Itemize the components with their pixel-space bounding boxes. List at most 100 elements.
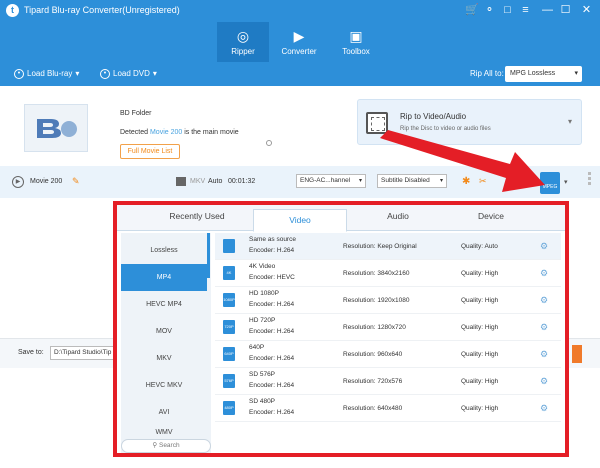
tab-recently-used[interactable]: Recently Used — [147, 211, 247, 231]
category-mp4[interactable]: MP4 — [121, 264, 207, 291]
info-circle-icon — [266, 140, 272, 146]
category-hevc-mkv[interactable]: HEVC MKV — [121, 372, 207, 399]
source-card: BD Folder Detected Movie 200 is the main… — [16, 96, 334, 159]
gear-icon[interactable]: ⚙ — [540, 295, 548, 306]
gear-icon[interactable]: ⚙ — [540, 322, 548, 333]
load-bluray-label: Load Blu-ray — [27, 69, 73, 78]
tab-video[interactable]: Video — [253, 209, 347, 232]
gear-icon[interactable]: ⚙ — [540, 241, 548, 252]
preset-name: Same as source — [249, 236, 296, 243]
preset-quality: Quality: High — [461, 378, 499, 385]
bluray-thumbnail — [24, 104, 88, 152]
menu-icon[interactable]: ≡ — [519, 4, 532, 17]
tab-device[interactable]: Device — [443, 211, 539, 231]
rip-all-select[interactable]: MPG Lossless ▾ — [505, 66, 582, 82]
movie-format: MKV — [190, 178, 206, 185]
tab-audio[interactable]: Audio — [353, 211, 443, 231]
main-tabs: ◎ Ripper ▶ Converter ▣ Toolbox — [0, 22, 600, 62]
audio-track-value: ENG-AC...hannel — [300, 177, 351, 184]
category-mkv[interactable]: MKV — [121, 345, 207, 372]
video-file-icon: 4K — [223, 266, 235, 280]
category-mov[interactable]: MOV — [121, 318, 207, 345]
app-window: t Tipard Blu-ray Converter(Unregistered)… — [0, 0, 600, 468]
category-wmv[interactable]: WMV — [121, 426, 207, 440]
detected-main-movie: Detected Movie 200 is the main movie — [120, 129, 239, 136]
disc-icon: • — [14, 69, 24, 79]
preset-row[interactable]: 640P 640P Encoder: H.264 Resolution: 960… — [215, 341, 561, 368]
detected-suffix: is the main movie — [182, 129, 239, 136]
category-lossless[interactable]: Lossless — [121, 237, 207, 264]
load-dvd-label: Load DVD — [113, 69, 150, 78]
film-strip-icon — [176, 177, 186, 186]
video-file-icon: 576P — [223, 374, 235, 388]
preset-quality: Quality: High — [461, 324, 499, 331]
preset-encoder: Encoder: H.264 — [249, 328, 295, 335]
video-file-icon: 640P — [223, 347, 235, 361]
detected-prefix: Detected — [120, 129, 150, 136]
gear-icon[interactable]: ⚙ — [540, 349, 548, 360]
preset-encoder: Encoder: H.264 — [249, 382, 295, 389]
converter-icon: ▶ — [293, 28, 305, 44]
preset-row[interactable]: 720P HD 720P Encoder: H.264 Resolution: … — [215, 314, 561, 341]
video-file-icon — [223, 239, 235, 253]
preset-resolution: Resolution: 3840x2160 — [343, 270, 410, 277]
save-path-field[interactable]: D:\Tipard Studio\Tip — [50, 346, 114, 360]
chevron-down-icon[interactable]: ▾ — [564, 178, 568, 186]
gear-icon[interactable]: ⚙ — [540, 376, 548, 387]
preset-resolution: Resolution: 1280x720 — [343, 324, 406, 331]
preset-row[interactable]: Same as source Encoder: H.264 Resolution… — [215, 233, 561, 260]
tab-ripper[interactable]: ◎ Ripper — [217, 22, 269, 62]
preset-quality: Quality: High — [461, 405, 499, 412]
maximize-button[interactable]: ☐ — [559, 4, 572, 17]
close-button[interactable]: ✕ — [580, 4, 593, 17]
gear-icon[interactable]: ⚙ — [540, 268, 548, 279]
app-logo: t — [6, 4, 19, 17]
preset-resolution: Resolution: 720x576 — [343, 378, 403, 385]
format-category-list: Lossless MP4 HEVC MP4 MOV MKV HEVC MKV A… — [121, 233, 211, 453]
gear-icon[interactable]: ⚙ — [540, 403, 548, 414]
category-hevc-mp4[interactable]: HEVC MP4 — [121, 291, 207, 318]
tab-converter[interactable]: ▶ Converter — [273, 22, 325, 62]
cart-icon[interactable]: 🛒 — [465, 4, 479, 17]
preset-resolution: Resolution: Keep Original — [343, 243, 417, 250]
minimize-button[interactable]: — — [541, 4, 554, 17]
bluray-logo-icon — [37, 119, 77, 138]
preset-name: HD 1080P — [249, 290, 279, 297]
ripper-icon: ◎ — [236, 28, 250, 44]
preset-row[interactable]: 480P SD 480P Encoder: H.264 Resolution: … — [215, 395, 561, 422]
movie-resolution: Auto — [208, 178, 223, 185]
edit-icon[interactable]: ✎ — [72, 176, 80, 187]
preset-encoder: Encoder: HEVC — [249, 274, 295, 281]
format-search-input[interactable]: ⚲ Search — [121, 439, 211, 453]
tab-toolbox[interactable]: ▣ Toolbox — [330, 22, 382, 62]
audio-track-select[interactable]: ENG-AC...hannel ▾ — [296, 174, 366, 188]
rip-all-button[interactable] — [572, 345, 582, 363]
chevron-down-icon: ▾ — [75, 69, 80, 78]
chat-icon[interactable]: □ — [501, 4, 514, 17]
preset-name: SD 576P — [249, 371, 276, 378]
load-dvd-button[interactable]: • Load DVD ▾ — [100, 68, 157, 80]
category-avi[interactable]: AVI — [121, 399, 207, 426]
preset-row[interactable]: 4K 4K Video Encoder: HEVC Resolution: 38… — [215, 260, 561, 287]
video-file-icon: 720P — [223, 320, 235, 334]
preset-resolution: Resolution: 640x480 — [343, 405, 403, 412]
load-bluray-button[interactable]: • Load Blu-ray ▾ — [14, 68, 79, 80]
rip-all-value: MPG Lossless — [510, 70, 556, 77]
toolbar: • Load Blu-ray ▾ • Load DVD ▾ Rip All to… — [0, 62, 600, 86]
preset-row[interactable]: 1080P HD 1080P Encoder: H.264 Resolution… — [215, 287, 561, 314]
more-options-icon[interactable] — [588, 170, 592, 194]
preset-encoder: Encoder: H.264 — [249, 301, 295, 308]
chevron-down-icon[interactable]: ▾ — [568, 117, 572, 126]
preset-list: Same as source Encoder: H.264 Resolution… — [215, 233, 561, 453]
detected-movie-link[interactable]: Movie 200 — [150, 129, 182, 136]
play-icon[interactable]: ▶ — [12, 176, 24, 188]
annotation-arrow-icon — [380, 130, 545, 192]
preset-encoder: Encoder: H.264 — [249, 247, 295, 254]
preset-resolution: Resolution: 960x640 — [343, 351, 403, 358]
rip-mode-title: Rip to Video/Audio — [400, 112, 467, 121]
preset-row[interactable]: 576P SD 576P Encoder: H.264 Resolution: … — [215, 368, 561, 395]
preset-name: 4K Video — [249, 263, 276, 270]
category-scrollbar[interactable] — [207, 233, 210, 278]
full-movie-list-button[interactable]: Full Movie List — [120, 144, 180, 159]
key-icon[interactable]: ⚬ — [483, 4, 496, 17]
